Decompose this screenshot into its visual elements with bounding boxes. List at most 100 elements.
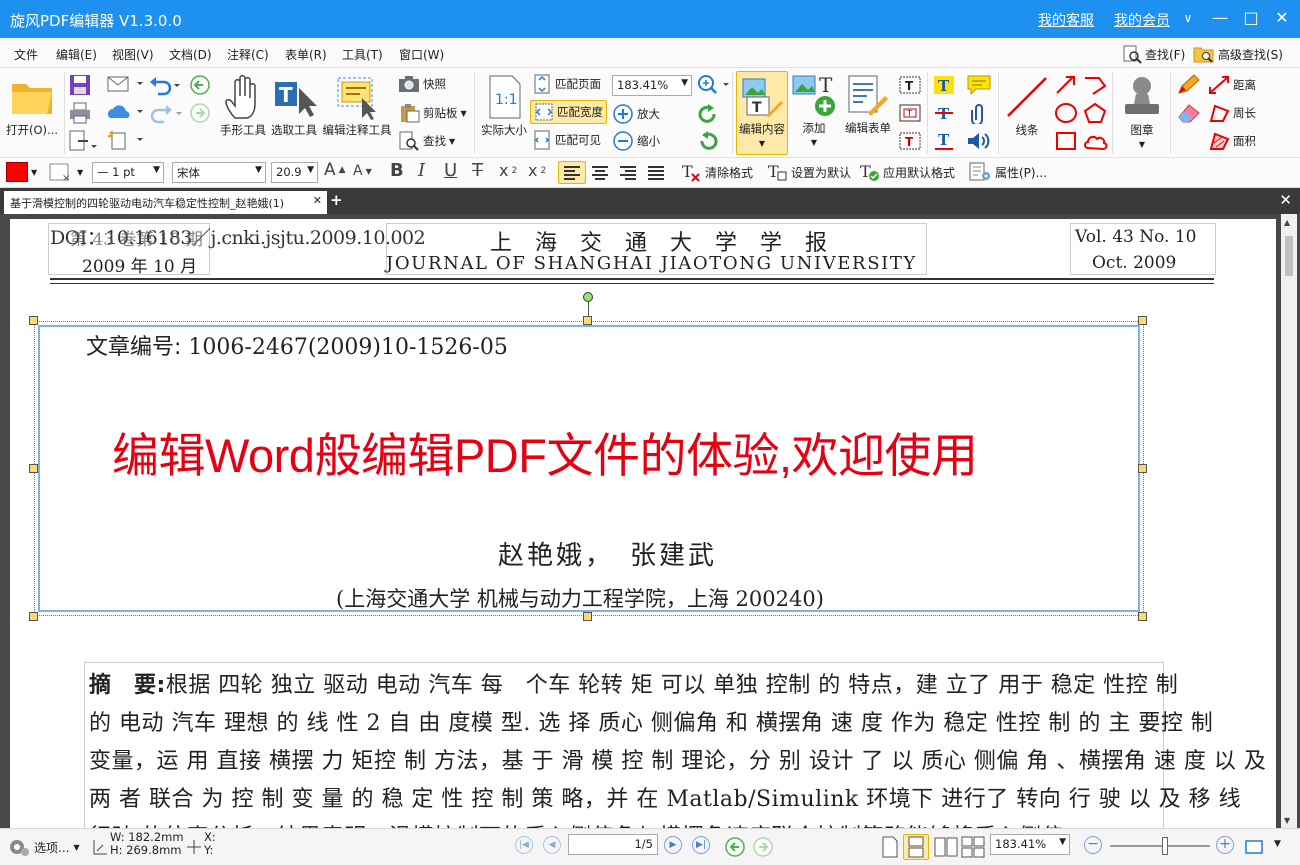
journal-en-title[interactable]: JOURNAL OF SHANGHAI JIAOTONG UNIVERSITY xyxy=(386,253,917,274)
underline-icon[interactable]: U xyxy=(444,160,457,181)
affiliation-text[interactable]: (上海交通大学 机械与动力工程学院，上海 200240) xyxy=(336,583,824,613)
add-button[interactable]: T 添加 ▼ xyxy=(790,74,838,147)
fit-page-button[interactable]: 匹配页面 xyxy=(532,74,601,94)
tab-close-icon[interactable]: ✕ xyxy=(313,194,322,207)
bold-icon[interactable]: B xyxy=(390,160,404,181)
first-page-icon[interactable]: |◀ xyxy=(515,836,533,854)
facing-view-icon[interactable] xyxy=(934,836,958,858)
line-width-select[interactable]: — 1 pt ▼ xyxy=(92,162,164,183)
close-all-tabs-icon[interactable]: ✕ xyxy=(1279,191,1292,209)
fit-width-button[interactable]: 匹配宽度 xyxy=(530,100,607,124)
menu-annotation[interactable]: 注释(C) xyxy=(227,46,269,63)
align-left-button[interactable] xyxy=(558,161,586,184)
previous-page-icon[interactable]: ◀ xyxy=(543,836,561,854)
perimeter-button[interactable]: 周长 xyxy=(1208,103,1256,123)
menu-view[interactable]: 视图(V) xyxy=(112,46,154,63)
new-document-icon[interactable] xyxy=(106,130,144,150)
rotate-handle[interactable] xyxy=(583,292,593,302)
save-icon[interactable] xyxy=(68,74,92,96)
find-ribbon-button[interactable]: 查找 ▼ xyxy=(398,131,455,151)
resize-handle-top[interactable] xyxy=(583,316,592,325)
menu-tools[interactable]: 工具(T) xyxy=(342,46,383,63)
ellipse-icon[interactable] xyxy=(1054,102,1078,124)
arrow-icon[interactable] xyxy=(1054,74,1078,96)
text-field-icon[interactable]: T xyxy=(898,74,922,96)
cloud-shape-icon[interactable] xyxy=(1082,130,1108,152)
highlight-text-icon[interactable]: T xyxy=(932,74,956,96)
edited-headline[interactable]: 编辑Word般编辑PDF文件的体验,欢迎使用 xyxy=(112,417,978,486)
menu-window[interactable]: 窗口(W) xyxy=(399,46,444,63)
stamp-button[interactable]: 图章 ▼ xyxy=(1118,74,1166,149)
resize-handle-bottom-right[interactable] xyxy=(1138,612,1147,621)
align-center-icon[interactable] xyxy=(590,164,610,182)
resize-handle-top-right[interactable] xyxy=(1138,316,1147,325)
zoom-select[interactable]: 183.41% ▼ xyxy=(612,75,692,96)
distance-button[interactable]: 距离 xyxy=(1208,75,1256,95)
email-icon[interactable] xyxy=(106,74,144,94)
text-box-icon[interactable]: T xyxy=(898,102,922,124)
document-tab[interactable]: 基于滑模控制的四轮驱动电动汽车稳定性控制_赵艳娥(1) ✕ xyxy=(4,191,327,214)
strikethrough-icon[interactable]: T xyxy=(472,160,483,181)
status-zoom-select[interactable]: 183.41% ▼ xyxy=(990,834,1070,855)
resize-handle-right[interactable] xyxy=(1138,464,1147,473)
open-button[interactable]: 打开(O)... xyxy=(4,74,60,138)
note-comment-icon[interactable] xyxy=(966,74,992,96)
polyline-icon[interactable] xyxy=(1082,74,1108,96)
edit-annotation-tool-button[interactable]: 编辑注释工具 xyxy=(321,74,393,138)
status-more-icon[interactable]: ▼ xyxy=(1274,839,1281,849)
attachment-icon[interactable] xyxy=(968,102,990,124)
align-right-icon[interactable] xyxy=(618,164,638,182)
actual-size-button[interactable]: 1:1 实际大小 xyxy=(478,74,530,138)
underline-text-icon[interactable]: T xyxy=(932,130,956,152)
close-window-button[interactable]: ✕ xyxy=(1272,8,1292,27)
clear-format-button[interactable]: T 清除格式 xyxy=(680,162,753,182)
resize-handle-bottom-left[interactable] xyxy=(29,612,38,621)
set-default-button[interactable]: T 设置为默认 xyxy=(766,162,851,182)
rectangle-icon[interactable] xyxy=(1054,130,1078,152)
zoom-tool-button[interactable] xyxy=(697,74,731,96)
menu-edit[interactable]: 编辑(E) xyxy=(56,46,97,63)
apply-default-button[interactable]: T 应用默认格式 xyxy=(858,162,955,182)
maximize-button[interactable]: □ xyxy=(1241,8,1261,27)
page-number-input[interactable]: 1/5 xyxy=(568,834,658,855)
justify-icon[interactable] xyxy=(646,164,666,182)
superscript-icon[interactable]: x2 xyxy=(528,161,546,180)
zoom-out-button[interactable]: 缩小 xyxy=(612,130,660,152)
scroll-thumb[interactable] xyxy=(1285,236,1293,276)
area-button[interactable]: 面积 xyxy=(1208,131,1256,151)
continuous-view-button[interactable] xyxy=(903,834,929,860)
zoom-slider-thumb[interactable] xyxy=(1162,837,1168,855)
options-button[interactable]: 选项... ▼ xyxy=(8,837,80,857)
print-icon[interactable] xyxy=(68,102,92,124)
membership-dropdown-icon[interactable]: ∨ xyxy=(1178,11,1198,25)
hand-tool-button[interactable]: 手形工具 xyxy=(218,74,268,138)
polygon-icon[interactable] xyxy=(1082,102,1108,124)
fill-color-picker[interactable]: ▼ xyxy=(6,162,37,182)
border-style-picker[interactable]: × ▼ xyxy=(48,162,83,182)
single-page-view-icon[interactable] xyxy=(880,836,900,858)
sound-icon[interactable] xyxy=(966,130,992,152)
increase-font-icon[interactable]: A ▲ xyxy=(324,160,346,180)
document-viewport[interactable]: DOI：10.16183／j.cnki.jsjtu.2009.10.002 第 … xyxy=(0,214,1300,828)
history-back-icon[interactable] xyxy=(724,836,746,858)
redo-icon[interactable] xyxy=(148,102,188,124)
scroll-down-icon[interactable]: ▼ xyxy=(1284,816,1290,825)
rotate-ccw-icon[interactable] xyxy=(696,130,720,152)
strikeout-text-icon[interactable]: T xyxy=(932,102,956,124)
lines-button[interactable]: 线条 xyxy=(1002,74,1052,138)
subscript-icon[interactable]: x2 xyxy=(499,161,517,180)
status-zoom-out-icon[interactable]: − xyxy=(1084,836,1102,854)
minimize-button[interactable]: — xyxy=(1210,8,1230,27)
back-icon[interactable] xyxy=(188,74,212,96)
resize-handle-bottom[interactable] xyxy=(583,612,592,621)
my-membership-link[interactable]: 我的会员 xyxy=(1114,10,1170,30)
fit-visible-button[interactable]: 匹配可见 xyxy=(532,130,601,150)
advanced-find-button[interactable]: 高级查找(S) xyxy=(1193,44,1283,64)
font-size-select[interactable]: 20.9 ▼ xyxy=(271,162,318,183)
scroll-up-icon[interactable]: ▲ xyxy=(1284,218,1290,227)
italic-icon[interactable]: I xyxy=(418,160,425,181)
last-page-icon[interactable]: ▶| xyxy=(692,836,710,854)
clipboard-button[interactable]: 剪贴板 ▼ xyxy=(398,103,467,123)
date-en-text[interactable]: Oct. 2009 xyxy=(1092,253,1176,273)
resize-handle-left[interactable] xyxy=(29,464,38,473)
